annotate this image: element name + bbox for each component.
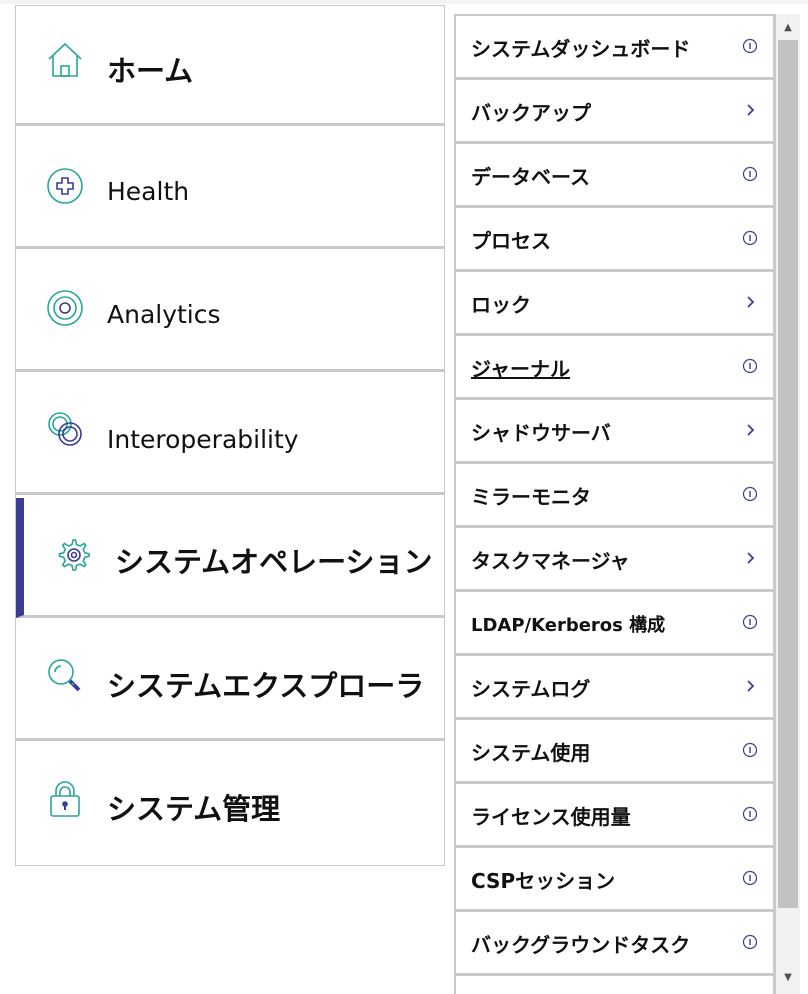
submenu-item-label: ロック (471, 293, 531, 317)
submenu-item-background-task[interactable]: バックグラウンドタスク (456, 912, 773, 973)
nav-item-system-management[interactable]: システム管理 (16, 744, 444, 865)
scroll-down-arrow-icon[interactable]: ▼ (776, 966, 800, 988)
submenu-item-journal[interactable]: ジャーナル (456, 336, 773, 397)
nav-item-label: システムオペレーション (115, 545, 433, 579)
info-icon[interactable] (742, 614, 758, 630)
submenu-item-label: CSPセッション (471, 869, 616, 893)
info-icon[interactable] (742, 806, 758, 822)
chevron-right-icon[interactable] (742, 550, 758, 566)
nav-item-label: Analytics (107, 300, 221, 329)
submenu-item-label: LDAP/Kerberos 構成 (471, 615, 666, 636)
submenu-item-mirror-monitor[interactable]: ミラーモニタ (456, 464, 773, 525)
submenu-item-task-manager[interactable]: タスクマネージャ (456, 528, 773, 589)
nav-item-system-explorer[interactable]: システムエクスプローラ (16, 621, 444, 741)
submenu-item-label: バックグラウンドタスク (471, 933, 691, 957)
info-icon[interactable] (742, 742, 758, 758)
submenu-item-partial[interactable] (456, 976, 773, 994)
submenu-item-label: データベース (471, 165, 590, 189)
submenu-item-system-log[interactable]: システムログ (456, 656, 773, 717)
submenu-item-label: システムログ (471, 677, 591, 701)
submenu-item-process[interactable]: プロセス (456, 208, 773, 269)
nav-item-label: Interoperability (107, 425, 299, 454)
nav-item-system-operation[interactable]: システムオペレーション (16, 498, 444, 618)
info-icon[interactable] (742, 870, 758, 886)
submenu-item-system-dashboard[interactable]: システムダッシュボード (456, 16, 773, 77)
gear-icon (54, 536, 92, 574)
submenu-item-label: ジャーナル (471, 357, 570, 381)
chevron-right-icon[interactable] (742, 422, 758, 438)
submenu-item-system-usage[interactable]: システム使用 (456, 720, 773, 781)
scroll-thumb[interactable] (778, 40, 798, 908)
chevron-right-icon[interactable] (742, 102, 758, 118)
nav-item-analytics[interactable]: Analytics (16, 252, 444, 372)
submenu-item-label: タスクマネージャ (471, 549, 630, 573)
chevron-right-icon[interactable] (742, 294, 758, 310)
submenu-item-label: ミラーモニタ (471, 485, 591, 509)
scroll-up-arrow-icon[interactable]: ▲ (776, 16, 800, 38)
magnifier-icon (46, 657, 84, 695)
nav-item-interoperability[interactable]: Interoperability (16, 375, 444, 495)
info-icon[interactable] (742, 486, 758, 502)
health-plus-icon (46, 167, 84, 205)
submenu-scrollbar[interactable]: ▲ ▼ (776, 14, 800, 994)
info-icon[interactable] (742, 358, 758, 374)
nav-item-label: Health (107, 177, 190, 206)
main-navigation: ホーム Health Analytics Interoperability シス… (15, 5, 445, 866)
submenu-item-license-usage[interactable]: ライセンス使用量 (456, 784, 773, 845)
submenu-item-lock[interactable]: ロック (456, 272, 773, 333)
analytics-target-icon (46, 289, 84, 327)
submenu-item-label: プロセス (471, 229, 551, 253)
nav-item-label: システム管理 (107, 792, 281, 826)
nav-item-home[interactable]: ホーム (16, 6, 444, 126)
nav-item-label: ホーム (107, 54, 194, 88)
submenu-system-operation: システムダッシュボード バックアップ データベース プロセス ロック ジャーナル… (454, 14, 776, 994)
submenu-item-csp-session[interactable]: CSPセッション (456, 848, 773, 909)
submenu-item-label: バックアップ (471, 101, 591, 125)
submenu-item-label: システムダッシュボード (471, 37, 691, 61)
home-icon (46, 40, 84, 78)
top-border (0, 0, 808, 4)
submenu-item-label: ライセンス使用量 (471, 805, 631, 829)
info-icon[interactable] (742, 934, 758, 950)
info-icon[interactable] (742, 230, 758, 246)
submenu-item-ldap-kerberos[interactable]: LDAP/Kerberos 構成 (456, 592, 773, 653)
submenu-item-database[interactable]: データベース (456, 144, 773, 205)
info-icon[interactable] (742, 166, 758, 182)
chevron-right-icon[interactable] (742, 678, 758, 694)
submenu-item-backup[interactable]: バックアップ (456, 80, 773, 141)
nav-item-label: システムエクスプローラ (107, 669, 425, 703)
lock-icon (46, 780, 84, 818)
nav-item-health[interactable]: Health (16, 129, 444, 249)
submenu-item-label: シャドウサーバ (471, 421, 611, 445)
interoperability-rings-icon (46, 410, 84, 448)
submenu-item-shadow-server[interactable]: シャドウサーバ (456, 400, 773, 461)
info-icon[interactable] (742, 38, 758, 54)
submenu-item-label: システム使用 (471, 741, 591, 765)
